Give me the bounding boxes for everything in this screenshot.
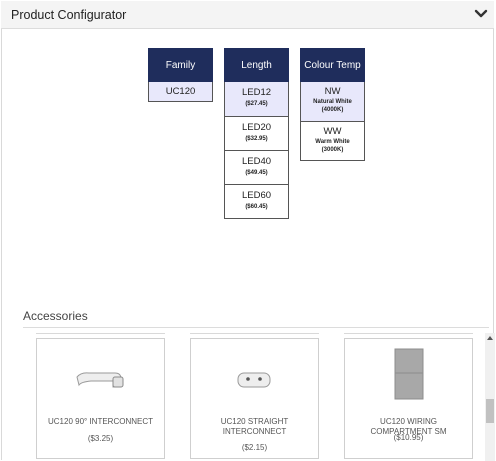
accessory-name: UC120 STRAIGHT INTERCONNECT bbox=[220, 417, 289, 436]
colour-temp-column-header: Colour Temp bbox=[300, 48, 365, 82]
option-description: Warm White bbox=[315, 139, 350, 145]
accessory-price: ($3.25) bbox=[87, 434, 114, 443]
scroll-up-icon[interactable] bbox=[485, 333, 495, 343]
option-label: LED20 bbox=[241, 122, 272, 133]
colour-temp-option-ww[interactable]: WW Warm White (3000K) bbox=[300, 122, 365, 161]
length-column-header: Length bbox=[224, 48, 289, 82]
option-label: NW bbox=[324, 86, 341, 97]
colour-temp-column: Colour Temp NW Natural White (4000K) WW … bbox=[300, 48, 365, 161]
divider bbox=[190, 333, 319, 334]
option-price: ($49.45) bbox=[245, 170, 268, 176]
option-label: UC120 bbox=[165, 86, 196, 97]
length-option-led60[interactable]: LED60 ($60.45) bbox=[224, 185, 289, 219]
option-label: LED40 bbox=[241, 156, 272, 167]
length-option-led12[interactable]: LED12 ($27.45) bbox=[224, 82, 289, 117]
divider bbox=[344, 333, 473, 334]
length-column: Length LED12 ($27.45) LED20 ($32.95) LED… bbox=[224, 48, 289, 219]
family-option-uc120[interactable]: UC120 bbox=[148, 82, 213, 102]
accessories-heading: Accessories bbox=[23, 309, 88, 323]
colour-temp-option-nw[interactable]: NW Natural White (4000K) bbox=[300, 82, 365, 122]
accessory-card-wiring-compartment[interactable]: UC120 WIRING COMPARTMENT SM ($10.95) bbox=[344, 338, 473, 459]
accessory-card-90-interconnect[interactable]: UC120 90° INTERCONNECT ($3.25) bbox=[36, 338, 165, 459]
option-label: WW bbox=[323, 126, 342, 137]
divider bbox=[36, 333, 165, 334]
option-description: Natural White bbox=[313, 99, 352, 105]
family-column: Family UC120 bbox=[148, 48, 213, 102]
option-price: ($32.95) bbox=[245, 136, 268, 142]
chevron-down-icon[interactable] bbox=[474, 7, 488, 21]
option-price: ($60.45) bbox=[245, 204, 268, 210]
configurator-header[interactable]: Product Configurator bbox=[1, 1, 494, 29]
option-price: ($27.45) bbox=[245, 101, 268, 107]
option-label: LED12 bbox=[241, 87, 272, 98]
option-kelvin: (3000K) bbox=[321, 147, 344, 153]
panel-title: Product Configurator bbox=[11, 8, 127, 22]
wiring-compartment-image bbox=[345, 347, 472, 407]
divider bbox=[23, 327, 489, 328]
length-option-led40[interactable]: LED40 ($49.45) bbox=[224, 151, 289, 185]
option-label: LED60 bbox=[241, 190, 272, 201]
scrollbar-thumb[interactable] bbox=[486, 399, 494, 423]
length-option-led20[interactable]: LED20 ($32.95) bbox=[224, 117, 289, 151]
accessory-name: UC120 90° INTERCONNECT bbox=[48, 417, 153, 426]
straight-interconnect-image bbox=[191, 347, 318, 407]
accessories-scrollbar[interactable] bbox=[485, 333, 495, 461]
option-kelvin: (4000K) bbox=[321, 107, 344, 113]
family-column-header: Family bbox=[148, 48, 213, 82]
accessory-price: ($10.95) bbox=[393, 433, 424, 442]
accessory-price: ($2.15) bbox=[241, 443, 268, 452]
interconnect-90-image bbox=[37, 347, 164, 407]
accessory-card-straight-interconnect[interactable]: UC120 STRAIGHT INTERCONNECT ($2.15) bbox=[190, 338, 319, 459]
